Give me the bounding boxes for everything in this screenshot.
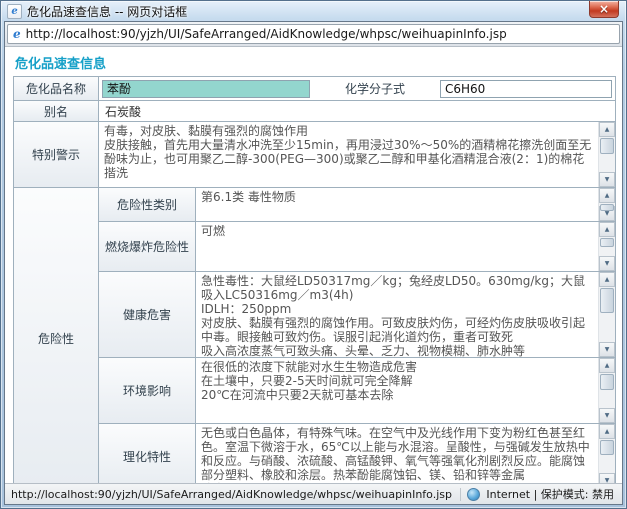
scroll-track[interactable] <box>599 373 615 408</box>
danger-subtable: 危险性类别 第6.1类 毒性物质 ▲ ▼ 燃烧爆 <box>99 188 615 483</box>
scroll-down-icon[interactable]: ▼ <box>599 172 615 187</box>
flammability-text[interactable]: 可燃 <box>196 222 598 271</box>
status-divider <box>460 488 461 501</box>
table-row-warning: 特别警示 有毒，对皮肤、黏膜有强烈的腐蚀作用 皮肤接触，首先用大量清水冲洗至少1… <box>14 122 615 188</box>
alias-value: 石炭酸 <box>99 101 615 121</box>
status-bar: http://localhost:90/yjzh/UI/SafeArranged… <box>5 483 622 504</box>
label-danger: 危险性 <box>14 188 99 483</box>
scroll-thumb[interactable] <box>600 138 614 154</box>
row-health: 健康危害 急性毒性：大鼠经LD50317mg／kg；兔经皮LD50。630mg/… <box>99 272 615 358</box>
address-url: http://localhost:90/yjzh/UI/SafeArranged… <box>26 27 507 41</box>
health-scrollbar[interactable]: ▲ ▼ <box>598 272 615 357</box>
address-bar: e http://localhost:90/yjzh/UI/SafeArrang… <box>5 22 622 47</box>
scroll-down-icon[interactable]: ▼ <box>599 473 615 483</box>
row-properties: 理化特性 无色或白色晶体，有特殊气味。在空气中及光线作用下变为粉红色甚至红色。室… <box>99 424 615 483</box>
scroll-track[interactable] <box>599 203 615 206</box>
label-environment: 环境影响 <box>99 358 196 423</box>
scroll-down-icon[interactable]: ▼ <box>599 342 615 357</box>
scroll-up-icon[interactable]: ▲ <box>599 188 615 203</box>
scroll-track[interactable] <box>599 287 615 342</box>
flammability-scrollbar[interactable]: ▲ ▼ <box>598 222 615 271</box>
scroll-track[interactable] <box>599 439 615 473</box>
scroll-down-icon[interactable]: ▼ <box>599 408 615 423</box>
label-warning: 特别警示 <box>14 122 99 187</box>
scroll-thumb[interactable] <box>600 204 614 211</box>
dialog-frame: e http://localhost:90/yjzh/UI/SafeArrang… <box>4 21 623 505</box>
row-flammability: 燃烧爆炸危险性 可燃 ▲ ▼ <box>99 222 615 272</box>
scroll-down-icon[interactable]: ▼ <box>599 256 615 271</box>
properties-text[interactable]: 无色或白色晶体，有特殊气味。在空气中及光线作用下变为粉红色甚至红色。室温下微溶于… <box>196 424 598 483</box>
label-properties: 理化特性 <box>99 424 196 483</box>
scroll-up-icon[interactable]: ▲ <box>599 358 615 373</box>
scroll-up-icon[interactable]: ▲ <box>599 272 615 287</box>
label-alias: 别名 <box>14 101 99 121</box>
status-zone-text: Internet | 保护模式: 禁用 <box>486 486 616 502</box>
danger-category-text[interactable]: 第6.1类 毒性物质 <box>196 188 598 221</box>
close-button[interactable]: × <box>589 1 619 18</box>
label-formula: 化学分子式 <box>312 80 438 97</box>
globe-icon <box>467 488 480 501</box>
table-row-danger: 危险性 危险性类别 第6.1类 毒性物质 ▲ ▼ <box>14 188 615 483</box>
table-row-name: 危化品名称 化学分子式 <box>14 77 615 101</box>
dialog-window: e 危化品速查信息 -- 网页对话框 × e http://localhost:… <box>0 0 627 509</box>
address-input: e http://localhost:90/yjzh/UI/SafeArrang… <box>7 24 620 44</box>
dialog-icon: e <box>7 4 22 19</box>
name-formula-cell: 化学分子式 <box>99 77 615 100</box>
window-title: 危化品速查信息 -- 网页对话框 <box>27 3 187 20</box>
environment-scrollbar[interactable]: ▲ ▼ <box>598 358 615 423</box>
scroll-thumb[interactable] <box>600 238 614 247</box>
scroll-up-icon[interactable]: ▲ <box>599 222 615 237</box>
warning-cell: 有毒，对皮肤、黏膜有强烈的腐蚀作用 皮肤接触，首先用大量清水冲洗至少15min，… <box>99 122 615 187</box>
flammability-cell: 可燃 ▲ ▼ <box>196 222 615 271</box>
formula-input[interactable] <box>440 80 612 98</box>
danger-category-scrollbar[interactable]: ▲ ▼ <box>598 188 615 221</box>
warning-text[interactable]: 有毒，对皮肤、黏膜有强烈的腐蚀作用 皮肤接触，首先用大量清水冲洗至少15min，… <box>99 122 598 187</box>
scroll-thumb[interactable] <box>600 374 614 390</box>
row-danger-category: 危险性类别 第6.1类 毒性物质 ▲ ▼ <box>99 188 615 222</box>
close-icon: × <box>599 3 609 15</box>
label-health: 健康危害 <box>99 272 196 357</box>
status-url: http://localhost:90/yjzh/UI/SafeArranged… <box>11 488 454 501</box>
label-flammability: 燃烧爆炸危险性 <box>99 222 196 271</box>
health-text[interactable]: 急性毒性：大鼠经LD50317mg／kg；兔经皮LD50。630mg/kg；大鼠… <box>196 272 598 357</box>
scroll-track[interactable] <box>599 137 615 172</box>
info-table: 危化品名称 化学分子式 别名 石炭酸 特别警示 有毒，对皮肤、 <box>13 76 616 483</box>
scroll-thumb[interactable] <box>600 288 614 313</box>
properties-scrollbar[interactable]: ▲ ▼ <box>598 424 615 483</box>
scroll-up-icon[interactable]: ▲ <box>599 424 615 439</box>
scroll-track[interactable] <box>599 237 615 256</box>
page-content: 危化品速查信息 危化品名称 化学分子式 别名 石炭酸 <box>5 47 622 483</box>
danger-category-cell: 第6.1类 毒性物质 ▲ ▼ <box>196 188 615 221</box>
chemical-name-input[interactable] <box>102 80 310 98</box>
table-row-alias: 别名 石炭酸 <box>14 101 615 122</box>
label-chemical-name: 危化品名称 <box>14 77 99 100</box>
scroll-up-icon[interactable]: ▲ <box>599 122 615 137</box>
label-danger-category: 危险性类别 <box>99 188 196 221</box>
environment-cell: 在很低的浓度下就能对水生生物造成危害 在土壤中，只要2-5天时间就可完全降解 2… <box>196 358 615 423</box>
warning-scrollbar[interactable]: ▲ ▼ <box>598 122 615 187</box>
titlebar[interactable]: e 危化品速查信息 -- 网页对话框 × <box>1 1 626 21</box>
environment-text[interactable]: 在很低的浓度下就能对水生生物造成危害 在土壤中，只要2-5天时间就可完全降解 2… <box>196 358 598 423</box>
properties-cell: 无色或白色晶体，有特殊气味。在空气中及光线作用下变为粉红色甚至红色。室温下微溶于… <box>196 424 615 483</box>
page-title: 危化品速查信息 <box>15 53 622 72</box>
ie-icon: e <box>13 27 21 41</box>
health-cell: 急性毒性：大鼠经LD50317mg／kg；兔经皮LD50。630mg/kg；大鼠… <box>196 272 615 357</box>
scroll-thumb[interactable] <box>600 440 614 455</box>
row-environment: 环境影响 在很低的浓度下就能对水生生物造成危害 在土壤中，只要2-5天时间就可完… <box>99 358 615 424</box>
